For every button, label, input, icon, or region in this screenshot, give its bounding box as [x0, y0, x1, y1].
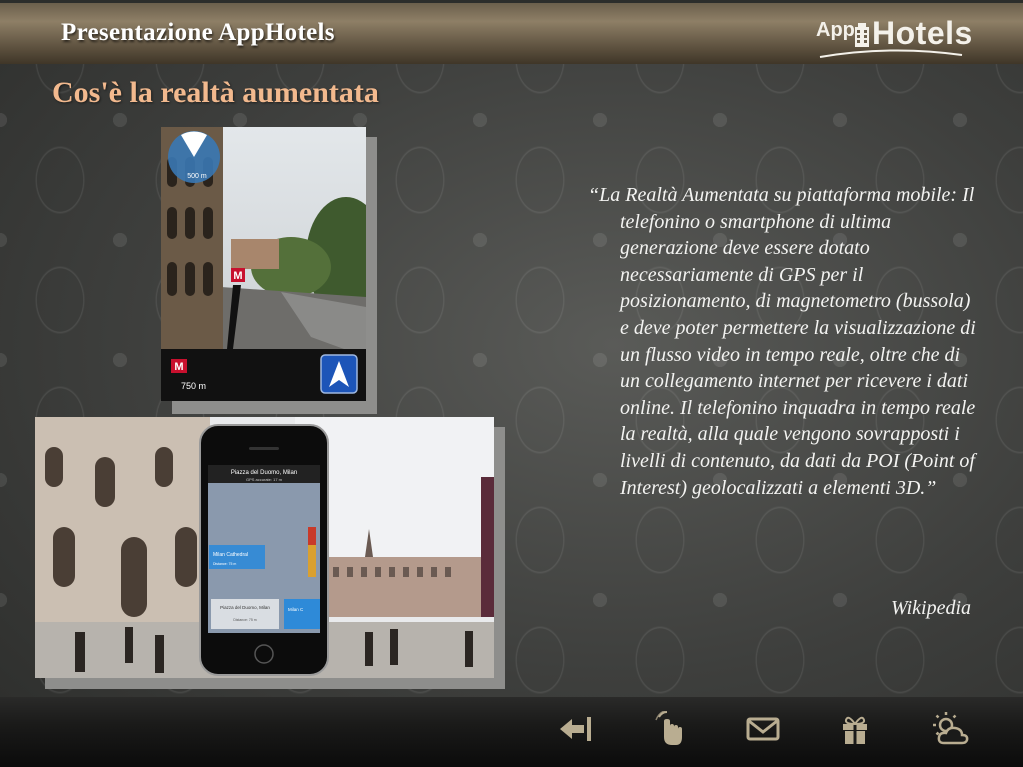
poi-label: Milan Cathedral — [213, 552, 248, 558]
gift-icon[interactable] — [835, 711, 875, 747]
slide-title: Cos'è la realtà aumentata — [52, 76, 379, 109]
card-left-distance: Distance: 75 m — [233, 618, 256, 622]
header-bar: Presentazione AppHotels App Hotels — [0, 0, 1023, 64]
poi-badge-bottom: M — [174, 361, 183, 373]
footer-nav-bar — [0, 697, 1023, 767]
phone-subheader: GPS accurate: 17 m — [246, 477, 283, 482]
presentation-title: Presentazione AppHotels — [61, 19, 335, 46]
touch-hand-icon[interactable] — [648, 711, 688, 747]
logo-building-icon — [855, 23, 869, 47]
phone-header: Piazza del Duomo, Milan — [231, 470, 297, 476]
quote-source: Wikipedia — [891, 597, 971, 619]
poi-badge-top: M — [233, 270, 242, 282]
card-left-title: Piazza del Duomo, Milan — [220, 605, 270, 610]
card-right-title: Milan C — [288, 607, 304, 612]
logo-swoosh-icon — [819, 49, 963, 58]
ar-colosseum-photo: M 500 m M 750 m — [161, 127, 366, 401]
mail-icon[interactable] — [743, 711, 783, 747]
bottom-distance: 750 m — [181, 381, 206, 391]
poi-distance: Distance: 75 m — [213, 562, 236, 566]
ar-duomo-photo: Piazza del Duomo, Milan GPS accurate: 17… — [35, 417, 494, 678]
radar-distance: 500 m — [187, 173, 207, 180]
weather-icon[interactable] — [930, 711, 970, 747]
logo-app-text: App — [816, 19, 855, 41]
apphotels-logo: App Hotels — [816, 15, 972, 59]
definition-quote: “La Realtà Aumentata su piattaforma mobi… — [588, 184, 976, 499]
exit-icon[interactable] — [556, 711, 596, 747]
